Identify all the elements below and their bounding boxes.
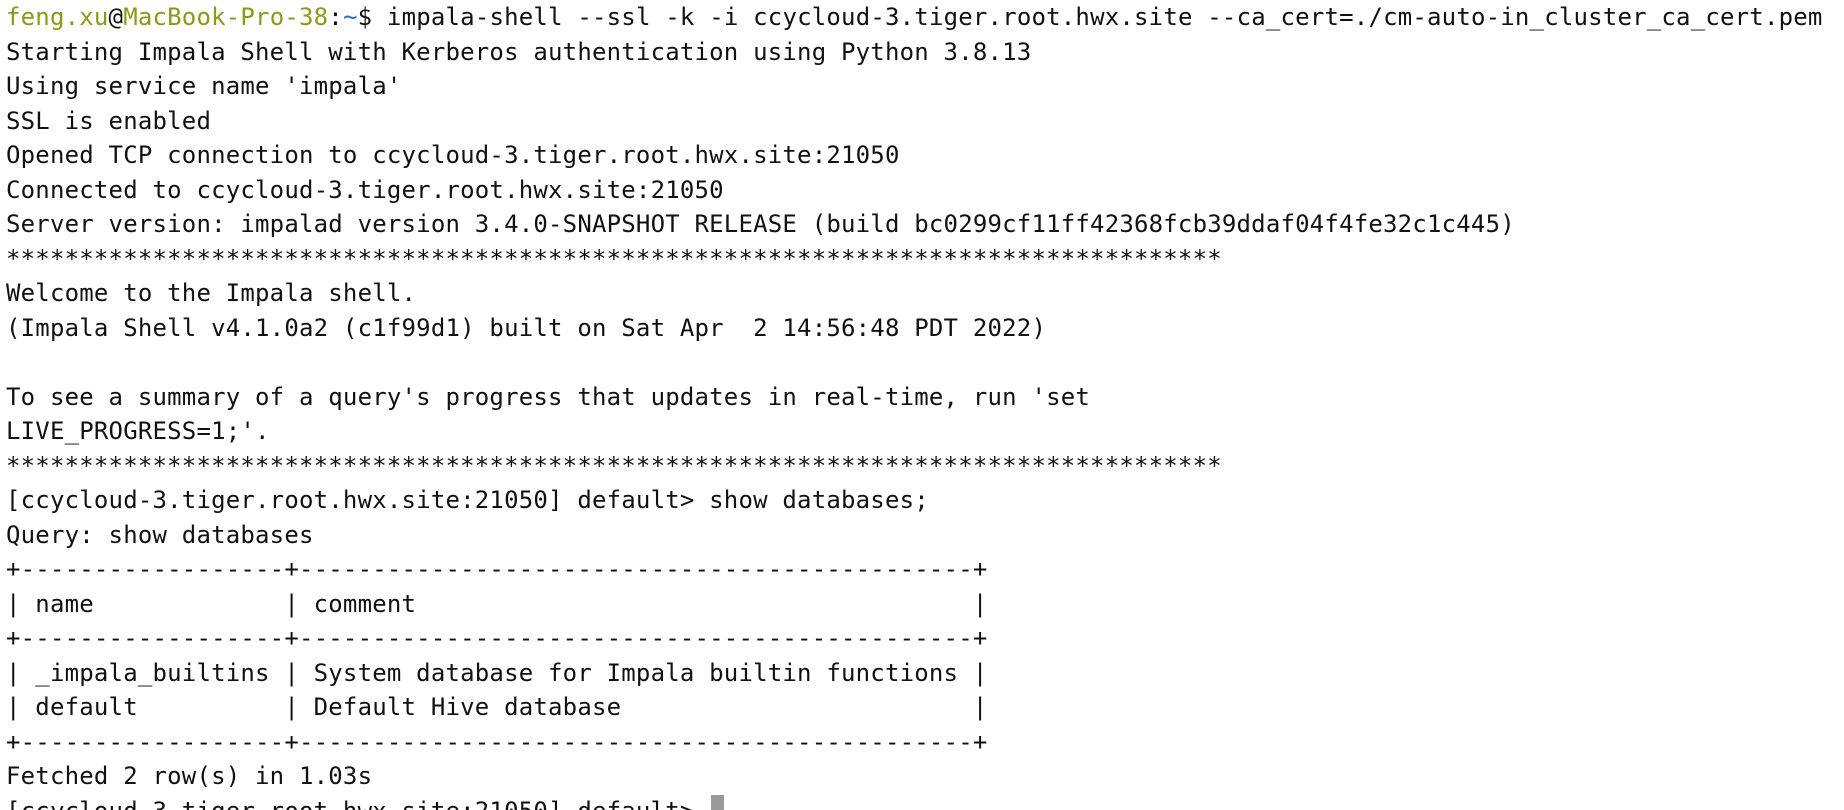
prompt-host: MacBook-Pro-38 (123, 3, 329, 31)
impala-prompt-line: [ccycloud-3.tiger.root.hwx.site:21050] d… (6, 486, 929, 514)
prompt-at: @ (108, 3, 124, 31)
banner-divider: ****************************************… (6, 244, 1222, 273)
output-line: Using service name 'impala' (6, 72, 402, 100)
prompt-symbol: $ (357, 3, 387, 31)
table-border: +------------------+--------------------… (6, 727, 988, 756)
table-border: +------------------+--------------------… (6, 624, 988, 652)
prompt-user: feng.xu (6, 3, 109, 31)
output-line: Connected to ccycloud-3.tiger.root.hwx.s… (6, 175, 724, 204)
table-border: +------------------+--------------------… (6, 555, 988, 583)
output-line: Starting Impala Shell with Kerberos auth… (6, 37, 1032, 66)
shell-prompt-line: feng.xu@MacBook-Pro-38:~$ impala-shell -… (6, 0, 1844, 35)
output-line: Query: show databases (6, 520, 314, 549)
terminal-window[interactable]: feng.xu@MacBook-Pro-38:~$ impala-shell -… (0, 0, 1844, 810)
output-line: Fetched 2 row(s) in 1.03s (6, 762, 373, 790)
banner-divider: ****************************************… (6, 451, 1222, 480)
output-line: Server version: impalad version 3.4.0-SN… (6, 210, 1515, 238)
text-cursor (711, 794, 725, 810)
table-row: | default | Default Hive database | (6, 693, 988, 721)
impala-input-line[interactable]: [ccycloud-3.tiger.root.hwx.site:21050] d… (6, 794, 1844, 810)
output-line: To see a summary of a query's progress t… (6, 382, 1091, 411)
terminal-output: Starting Impala Shell with Kerberos auth… (6, 35, 1844, 794)
output-line: SSL is enabled (6, 106, 212, 135)
output-line: Welcome to the Impala shell. (6, 279, 417, 307)
output-line: LIVE_PROGRESS=1;'. (6, 417, 270, 445)
prompt-path: ~ (342, 3, 358, 31)
table-header-row: | name | comment | (6, 589, 988, 618)
impala-prompt: [ccycloud-3.tiger.root.hwx.site:21050] d… (6, 797, 709, 810)
output-line: (Impala Shell v4.1.0a2 (c1f99d1) built o… (6, 313, 1047, 342)
prompt-command: impala-shell --ssl -k -i ccycloud-3.tige… (386, 3, 1823, 31)
output-line: Opened TCP connection to ccycloud-3.tige… (6, 141, 900, 169)
table-row: | _impala_builtins | System database for… (6, 658, 988, 687)
prompt-colon: : (328, 3, 343, 31)
